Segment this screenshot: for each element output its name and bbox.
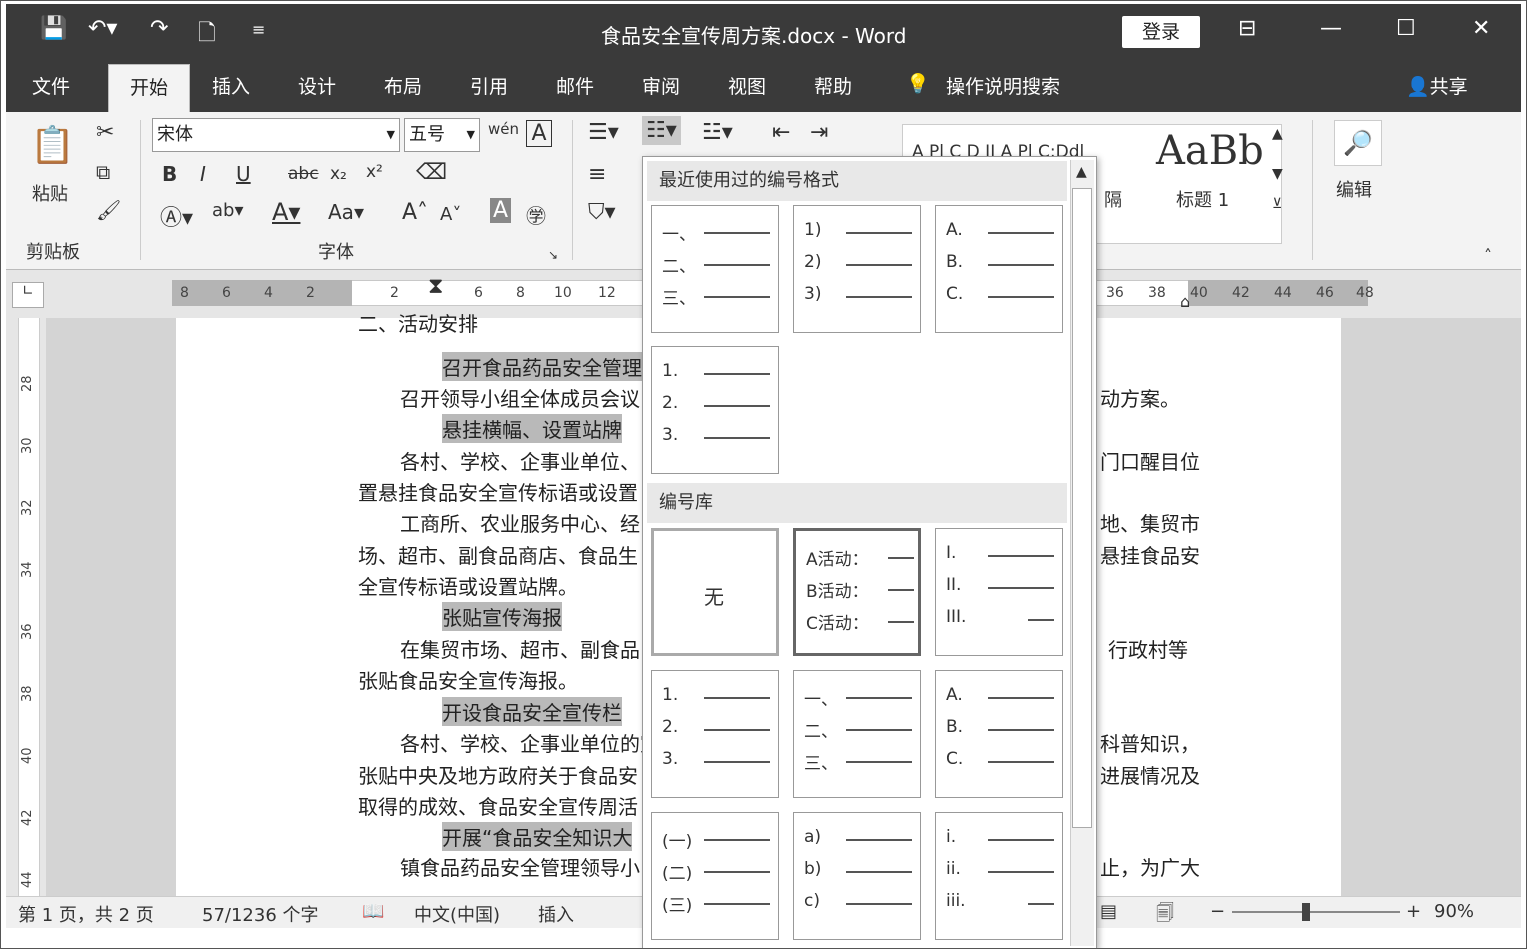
window-frame [0, 0, 1527, 949]
word-window: 💾 ↶▾ ↷ 🗋 ≡ 食品安全宣传周方案.docx - Word 登录 ⊟ — … [0, 0, 1527, 949]
